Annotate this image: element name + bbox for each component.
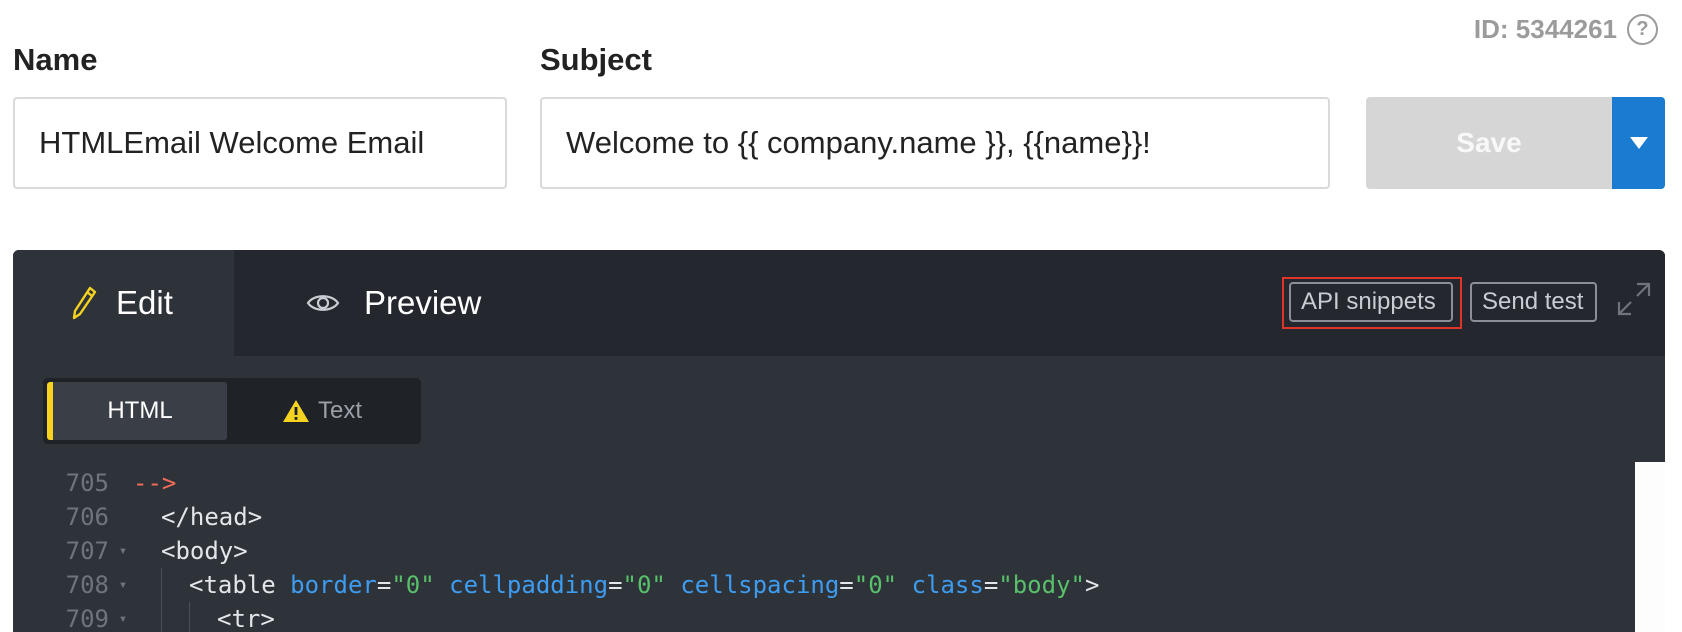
code-attr: class xyxy=(911,571,984,599)
code-tag: <table xyxy=(189,571,276,599)
fold-toggle-icon[interactable]: ▾ xyxy=(113,543,133,559)
code-attr: cellspacing xyxy=(680,571,840,599)
code-text: </head> xyxy=(161,503,263,531)
code-line: 708 ▾ <table border = "0" cellpadding = "0" … xyxy=(13,568,1099,602)
line-number: 705 xyxy=(65,469,109,497)
line-number: 709 xyxy=(65,605,109,632)
tab-edit[interactable]: Edit xyxy=(13,250,234,356)
code-text: --> xyxy=(133,469,177,497)
code-string: "0" xyxy=(391,571,435,599)
help-icon[interactable]: ? xyxy=(1627,14,1658,45)
code-line: 707 ▾ <body> xyxy=(13,534,248,568)
tab-preview-label: Preview xyxy=(364,284,482,321)
template-editor: Edit Preview API snippets Send test HTML xyxy=(13,250,1665,632)
expand-icon[interactable] xyxy=(1615,280,1653,318)
subtab-text[interactable]: Text xyxy=(227,382,417,440)
code-text: <tr> xyxy=(217,605,275,632)
subject-label: Subject xyxy=(540,42,652,77)
fold-toggle-icon[interactable]: ▾ xyxy=(113,611,133,627)
code-attr: border xyxy=(290,571,377,599)
warning-icon xyxy=(282,399,310,423)
code-scrollbar[interactable] xyxy=(1635,462,1665,632)
code-line: 705 --> xyxy=(13,466,177,500)
caret-down-icon xyxy=(1629,137,1648,149)
code-line: 706 </head> xyxy=(13,500,263,534)
record-id: ID: 5344261 ? xyxy=(1262,14,1682,45)
code-line: 709 ▾ <tr> xyxy=(13,602,275,632)
send-test-button[interactable]: Send test xyxy=(1470,282,1597,322)
code-string: "0" xyxy=(622,571,666,599)
save-dropdown-button[interactable] xyxy=(1612,97,1665,189)
code-tag: > xyxy=(1084,571,1100,599)
subtab-text-label: Text xyxy=(317,397,362,424)
fold-toggle-icon[interactable]: ▾ xyxy=(113,577,133,593)
code-string: "body" xyxy=(998,571,1085,599)
content-type-toggle: HTML Text xyxy=(43,378,421,444)
code-string: "0" xyxy=(853,571,898,599)
id-text: ID: 5344261 xyxy=(1473,14,1617,44)
pencil-icon xyxy=(71,286,97,320)
tab-preview[interactable]: Preview xyxy=(234,250,484,356)
line-number: 707 xyxy=(65,537,109,565)
tab-edit-label: Edit xyxy=(116,284,173,321)
line-number: 708 xyxy=(65,571,109,599)
editor-tabbar: Edit Preview API snippets Send test xyxy=(13,250,1665,356)
save-button[interactable]: Save xyxy=(1366,97,1612,189)
eye-icon xyxy=(306,292,340,314)
name-label: Name xyxy=(13,42,98,77)
code-attr: cellpadding xyxy=(449,571,609,599)
subtab-html[interactable]: HTML xyxy=(47,382,227,440)
line-number: 706 xyxy=(65,503,109,531)
api-snippets-button[interactable]: API snippets xyxy=(1289,282,1453,322)
code-editor[interactable]: 705 --> 706 </head> 707 ▾ <body> 708 ▾ <… xyxy=(13,462,1635,632)
code-text: <body> xyxy=(161,537,248,565)
name-input[interactable] xyxy=(13,97,507,189)
subject-input[interactable] xyxy=(540,97,1330,189)
